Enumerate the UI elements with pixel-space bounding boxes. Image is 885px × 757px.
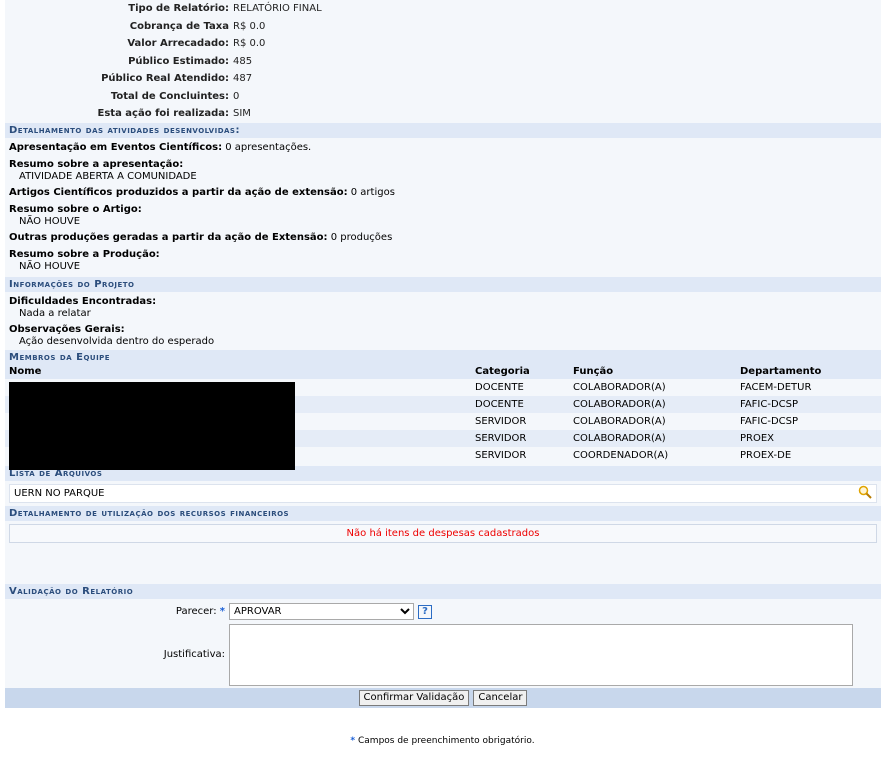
required-note: * Campos de preenchimento obrigatório. bbox=[0, 736, 885, 746]
confirm-validation-button[interactable]: Confirmar Validação bbox=[358, 689, 470, 706]
action-done-value: SIM bbox=[233, 108, 251, 120]
team-table-header-row: Nome Categoria Função Departamento bbox=[5, 364, 881, 379]
summary-presentation-label: Resumo sobre a apresentação: bbox=[9, 158, 184, 170]
observations-value: Ação desenvolvida dentro do esperado bbox=[19, 335, 215, 347]
required-mark: * bbox=[219, 606, 225, 617]
validation-header: Validação do Relatório bbox=[5, 583, 881, 599]
graduates-value: 0 bbox=[233, 90, 240, 102]
magnifier-icon[interactable] bbox=[858, 485, 872, 502]
member-role: COLABORADOR(A) bbox=[569, 429, 736, 447]
redacted-names bbox=[9, 382, 295, 470]
others-label: Outras produções geradas a partir da açã… bbox=[9, 231, 328, 243]
parecer-label: Parecer: * bbox=[175, 606, 225, 617]
events-value: 0 apresentações. bbox=[225, 141, 312, 153]
member-department: PROEX-DE bbox=[736, 446, 881, 464]
real-audience-label: Público Real Atendido: bbox=[101, 73, 229, 85]
real-audience-value: 487 bbox=[233, 73, 253, 85]
justificativa-row: Justificativa: bbox=[5, 622, 881, 688]
difficulties-value: Nada a relatar bbox=[19, 307, 91, 319]
report-container: Tipo de Relatório: RELATÓRIO FINAL Cobran… bbox=[5, 0, 881, 708]
project-section: Dificuldades Encontradas: Nada a relatar… bbox=[5, 292, 881, 350]
file-name: UERN NO PARQUE bbox=[14, 487, 105, 499]
events-label: Apresentação em Eventos Científicos: bbox=[9, 141, 223, 153]
finance-empty-message: Não há itens de despesas cadastrados bbox=[9, 523, 877, 543]
team-header: Membros da Equipe bbox=[5, 349, 881, 365]
summary-production-value: NÃO HOUVE bbox=[19, 260, 81, 272]
summary-article-label: Resumo sobre o Artigo: bbox=[9, 203, 142, 215]
column-categoria: Categoria bbox=[471, 364, 569, 379]
estimated-audience-label: Público Estimado: bbox=[128, 55, 229, 67]
summary-article-value: NÃO HOUVE bbox=[19, 215, 81, 227]
validation-form: Parecer: * APROVAR ? Justificativa: bbox=[5, 599, 881, 688]
column-nome: Nome bbox=[5, 364, 471, 379]
others-value: 0 produções bbox=[330, 231, 393, 243]
member-category: SERVIDOR bbox=[471, 429, 569, 447]
report-type-label: Tipo de Relatório: bbox=[128, 3, 229, 15]
parecer-row: Parecer: * APROVAR ? bbox=[5, 602, 881, 622]
activities-section: Apresentação em Eventos Científicos: 0 a… bbox=[5, 138, 881, 277]
report-summary: Tipo de Relatório: RELATÓRIO FINAL Cobran… bbox=[5, 0, 881, 123]
real-audience-row: Público Real Atendido: 487 bbox=[5, 70, 881, 88]
activities-header: Detalhamento das atividades desenvolvida… bbox=[5, 122, 881, 138]
justificativa-textarea[interactable] bbox=[229, 623, 853, 686]
articles-value: 0 artigos bbox=[350, 186, 395, 198]
action-done-label: Esta ação foi realizada: bbox=[97, 108, 230, 120]
graduates-label: Total de Concluintes: bbox=[110, 90, 229, 102]
member-department: FACEM-DETUR bbox=[736, 378, 881, 396]
observations-label: Observações Gerais: bbox=[9, 323, 125, 335]
collected-row: Valor Arrecadado: R$ 0.0 bbox=[5, 35, 881, 53]
member-category: SERVIDOR bbox=[471, 412, 569, 430]
help-icon[interactable]: ? bbox=[418, 604, 432, 619]
cancel-button[interactable]: Cancelar bbox=[473, 689, 528, 706]
member-department: PROEX bbox=[736, 429, 881, 447]
fee-value: R$ 0.0 bbox=[233, 20, 266, 32]
report-type-value: RELATÓRIO FINAL bbox=[233, 3, 322, 15]
member-category: DOCENTE bbox=[471, 378, 569, 396]
member-role: COLABORADOR(A) bbox=[569, 395, 736, 413]
finance-header: Detalhamento de utilização dos recursos … bbox=[5, 505, 881, 521]
member-department: FAFIC-DCSP bbox=[736, 395, 881, 413]
action-done-row: Esta ação foi realizada: SIM bbox=[5, 105, 881, 123]
member-category: DOCENTE bbox=[471, 395, 569, 413]
required-note-text: Campos de preenchimento obrigatório. bbox=[358, 736, 535, 746]
graduates-row: Total de Concluintes: 0 bbox=[5, 88, 881, 106]
member-role: COORDENADOR(A) bbox=[569, 446, 736, 464]
project-header: Informações do Projeto bbox=[5, 276, 881, 292]
required-mark: * bbox=[350, 736, 356, 746]
difficulties-label: Dificuldades Encontradas: bbox=[9, 295, 157, 307]
articles-label: Artigos Científicos produzidos a partir … bbox=[9, 186, 348, 198]
estimated-audience-value: 485 bbox=[233, 55, 253, 67]
column-departamento: Departamento bbox=[736, 364, 881, 379]
fee-row: Cobrança de Taxa R$ 0.0 bbox=[5, 18, 881, 36]
report-type-row: Tipo de Relatório: RELATÓRIO FINAL bbox=[5, 0, 881, 18]
report-validation-page: Tipo de Relatório: RELATÓRIO FINAL Cobran… bbox=[0, 0, 885, 757]
estimated-audience-row: Público Estimado: 485 bbox=[5, 53, 881, 71]
member-category: SERVIDOR bbox=[471, 446, 569, 464]
member-role: COLABORADOR(A) bbox=[569, 412, 736, 430]
justificativa-label: Justificativa: bbox=[163, 649, 225, 660]
summary-production-label: Resumo sobre a Produção: bbox=[9, 248, 160, 260]
file-item: UERN NO PARQUE bbox=[9, 483, 877, 503]
collected-value: R$ 0.0 bbox=[233, 38, 266, 50]
button-bar: Confirmar Validação Cancelar bbox=[5, 687, 881, 708]
column-funcao: Função bbox=[569, 364, 736, 379]
member-department: FAFIC-DCSP bbox=[736, 412, 881, 430]
summary-presentation-value: ATIVIDADE ABERTA A COMUNIDADE bbox=[19, 170, 197, 182]
fee-label: Cobrança de Taxa bbox=[129, 20, 229, 32]
collected-label: Valor Arrecadado: bbox=[127, 38, 229, 50]
parecer-select[interactable]: APROVAR bbox=[229, 603, 414, 620]
member-role: COLABORADOR(A) bbox=[569, 378, 736, 396]
